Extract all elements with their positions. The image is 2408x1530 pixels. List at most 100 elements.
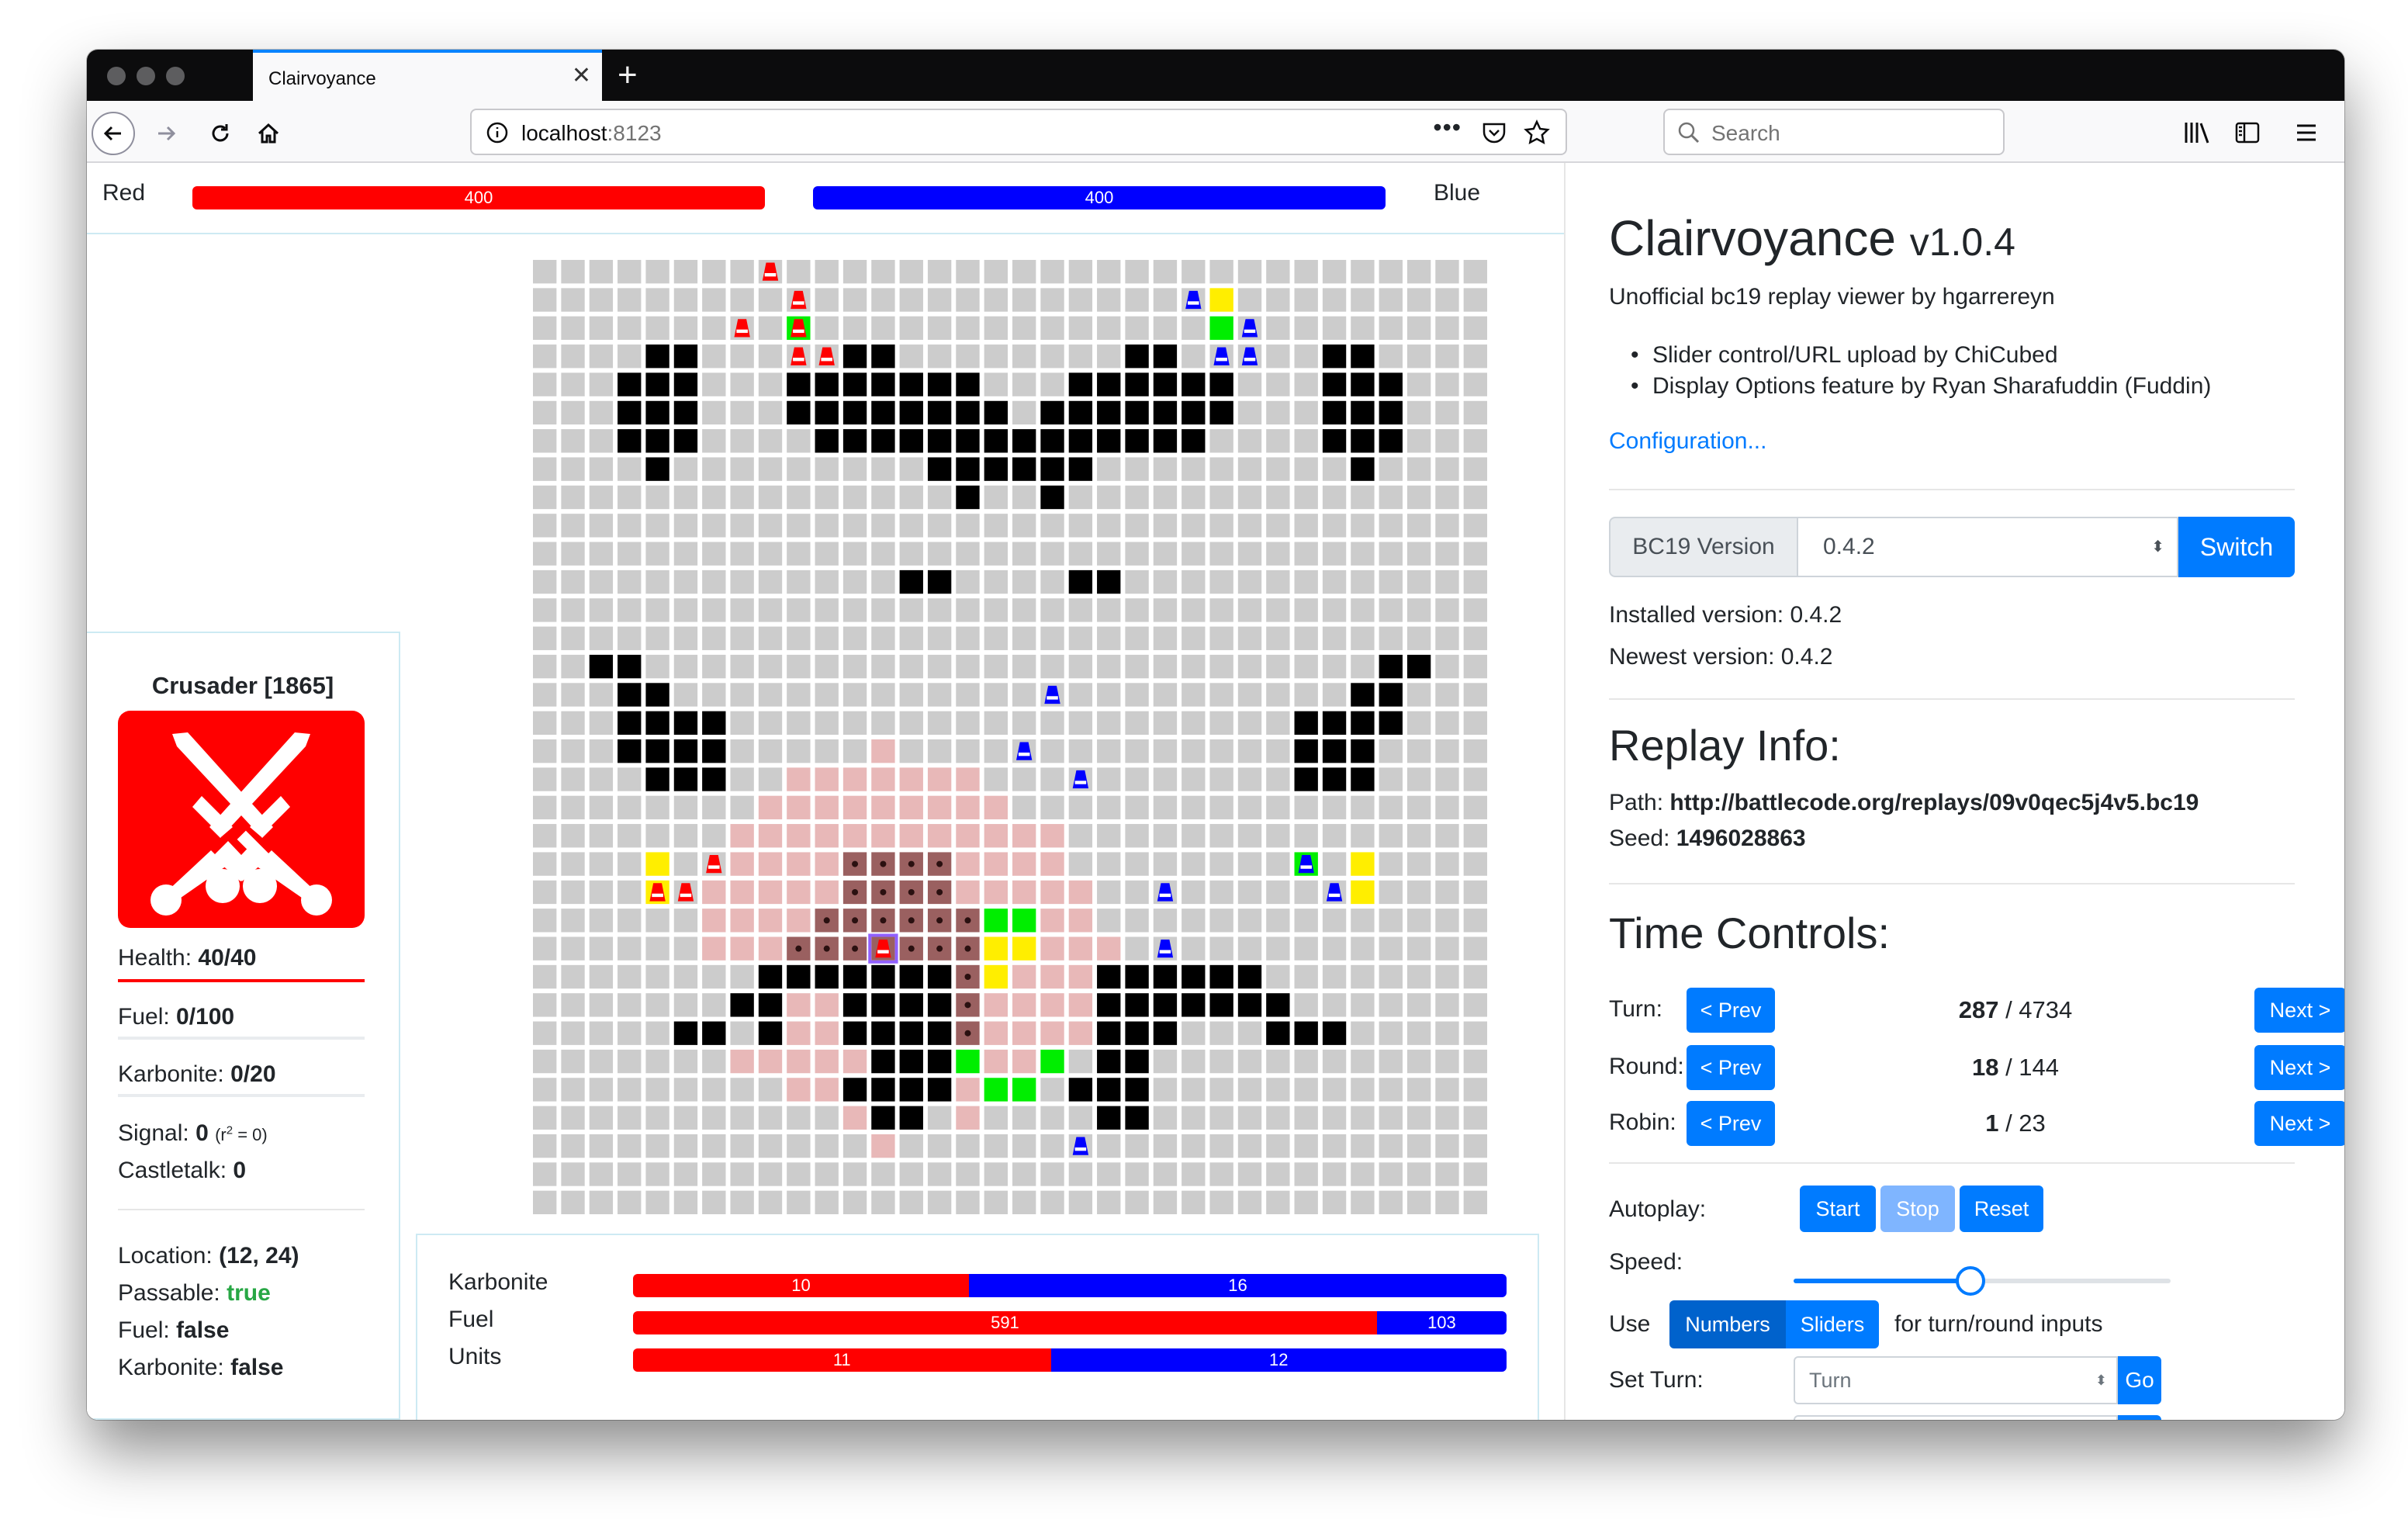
- map-tile[interactable]: [561, 1021, 585, 1045]
- map-tile[interactable]: [730, 964, 754, 989]
- map-wall-tile[interactable]: [1294, 1021, 1318, 1045]
- map-wall-tile[interactable]: [673, 711, 698, 735]
- map-wall-tile[interactable]: [927, 1021, 952, 1045]
- map-tile[interactable]: [927, 260, 952, 284]
- map-tile[interactable]: [533, 767, 557, 791]
- map-tile[interactable]: [758, 739, 783, 763]
- map-tile[interactable]: [673, 1162, 698, 1186]
- map-tile[interactable]: [561, 711, 585, 735]
- map-tile[interactable]: [1463, 852, 1487, 876]
- map-tile[interactable]: [618, 569, 642, 594]
- map-tile[interactable]: [1068, 711, 1093, 735]
- map-tile[interactable]: [533, 683, 557, 707]
- map-tile[interactable]: [702, 542, 726, 566]
- map-tile[interactable]: [1125, 316, 1149, 341]
- map-tile[interactable]: [618, 1134, 642, 1158]
- vision-tile[interactable]: [956, 1106, 980, 1130]
- map-tile[interactable]: [1322, 316, 1347, 341]
- map-tile[interactable]: [1379, 795, 1403, 820]
- map-wall-tile[interactable]: [927, 569, 952, 594]
- map-tile[interactable]: [1351, 1106, 1375, 1130]
- go-button[interactable]: Go: [2118, 1356, 2161, 1404]
- library-icon[interactable]: [2183, 119, 2211, 146]
- map-tile[interactable]: [589, 288, 614, 312]
- map-wall-tile[interactable]: [1153, 1021, 1178, 1045]
- map-tile[interactable]: [1294, 1190, 1318, 1214]
- map-wall-tile[interactable]: [927, 400, 952, 425]
- info-icon[interactable]: [486, 121, 509, 144]
- map-tile[interactable]: [533, 429, 557, 453]
- map-tile[interactable]: [1294, 288, 1318, 312]
- map-tile[interactable]: [533, 598, 557, 622]
- map-wall-tile[interactable]: [618, 711, 642, 735]
- map-tile[interactable]: [1379, 852, 1403, 876]
- map-tile[interactable]: [618, 485, 642, 510]
- map-tile[interactable]: [1351, 1049, 1375, 1074]
- back-button[interactable]: [92, 112, 135, 155]
- map-tile[interactable]: [702, 683, 726, 707]
- map-tile[interactable]: [561, 909, 585, 933]
- map-wall-tile[interactable]: [645, 429, 669, 453]
- map-tile[interactable]: [1463, 1049, 1487, 1074]
- map-tile[interactable]: [1379, 909, 1403, 933]
- map-tile[interactable]: [1406, 795, 1431, 820]
- map-tile[interactable]: [1097, 626, 1121, 650]
- map-tile[interactable]: [1406, 260, 1431, 284]
- fuel-tile[interactable]: [645, 852, 669, 876]
- map-tile[interactable]: [842, 260, 867, 284]
- map-tile[interactable]: [1294, 683, 1318, 707]
- vision-tile[interactable]: [984, 1049, 1008, 1074]
- map-tile[interactable]: [787, 683, 811, 707]
- map-tile[interactable]: [1182, 909, 1206, 933]
- map-tile[interactable]: [1097, 485, 1121, 510]
- map-wall-tile[interactable]: [871, 964, 895, 989]
- map-tile[interactable]: [561, 936, 585, 961]
- map-tile[interactable]: [899, 316, 923, 341]
- map-tile[interactable]: [1012, 626, 1036, 650]
- map-tile[interactable]: [533, 1021, 557, 1045]
- map-tile[interactable]: [1322, 993, 1347, 1017]
- vision-tile[interactable]: [758, 936, 783, 961]
- map-tile[interactable]: [1322, 654, 1347, 679]
- map-tile[interactable]: [1125, 739, 1149, 763]
- map-tile[interactable]: [1294, 1134, 1318, 1158]
- map-tile[interactable]: [899, 344, 923, 369]
- map-tile[interactable]: [533, 457, 557, 481]
- map-tile[interactable]: [1182, 1162, 1206, 1186]
- prev-button[interactable]: < Prev: [1687, 1045, 1775, 1090]
- vision-tile[interactable]: [815, 993, 839, 1017]
- map-wall-tile[interactable]: [1040, 485, 1064, 510]
- map-tile[interactable]: [1068, 683, 1093, 707]
- map-tile[interactable]: [1379, 1078, 1403, 1102]
- map-tile[interactable]: [730, 344, 754, 369]
- map-tile[interactable]: [1097, 344, 1121, 369]
- map-tile[interactable]: [1153, 288, 1178, 312]
- vision-tile[interactable]: [787, 824, 811, 848]
- map-tile[interactable]: [1182, 260, 1206, 284]
- map-tile[interactable]: [1351, 569, 1375, 594]
- map-tile[interactable]: [645, 542, 669, 566]
- map-tile[interactable]: [1097, 1162, 1121, 1186]
- map-tile[interactable]: [561, 372, 585, 396]
- map-wall-tile[interactable]: [618, 683, 642, 707]
- map-tile[interactable]: [673, 598, 698, 622]
- map-tile[interactable]: [730, 1021, 754, 1045]
- map-wall-tile[interactable]: [842, 1021, 867, 1045]
- map-tile[interactable]: [1040, 344, 1064, 369]
- map-tile[interactable]: [1097, 514, 1121, 538]
- map-tile[interactable]: [589, 993, 614, 1017]
- map-wall-tile[interactable]: [956, 485, 980, 510]
- vision-tile[interactable]: [871, 1134, 895, 1158]
- map-tile[interactable]: [589, 542, 614, 566]
- map-tile[interactable]: [1266, 1162, 1290, 1186]
- map-tile[interactable]: [1237, 288, 1262, 312]
- map-wall-tile[interactable]: [1040, 400, 1064, 425]
- map-wall-tile[interactable]: [1351, 429, 1375, 453]
- map-tile[interactable]: [1266, 626, 1290, 650]
- map-tile[interactable]: [1406, 909, 1431, 933]
- map-tile[interactable]: [1097, 316, 1121, 341]
- map-tile[interactable]: [1209, 683, 1233, 707]
- map-tile[interactable]: [645, 626, 669, 650]
- map-tile[interactable]: [618, 1021, 642, 1045]
- map-tile[interactable]: [1351, 542, 1375, 566]
